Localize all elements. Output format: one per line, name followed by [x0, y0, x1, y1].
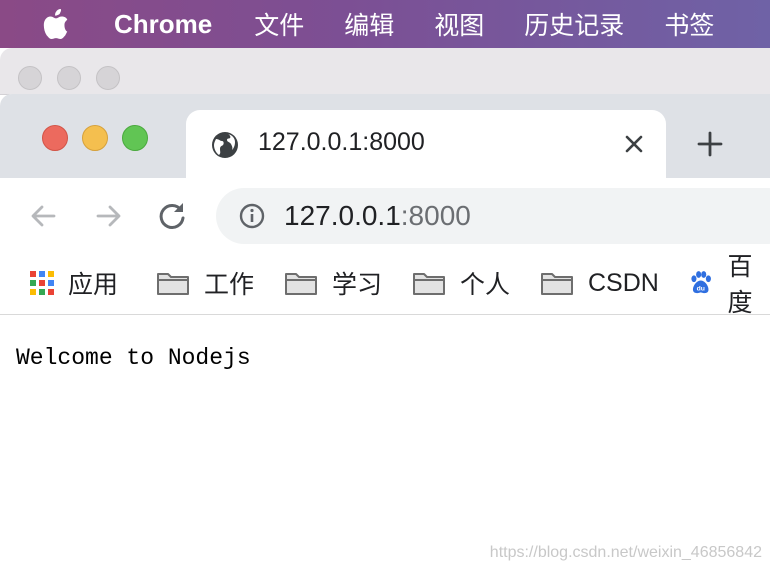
forward-arrow-icon[interactable]: [88, 196, 128, 236]
menu-edit[interactable]: 编辑: [344, 6, 394, 42]
window-close-button[interactable]: [42, 125, 68, 151]
active-tab[interactable]: 127.0.0.1:8000: [186, 110, 666, 178]
new-tab-plus-icon[interactable]: [694, 128, 726, 160]
close-tab-icon[interactable]: [620, 130, 648, 158]
bookmark-label: CSDN: [588, 268, 659, 297]
inactive-zoom-button[interactable]: [96, 66, 120, 90]
baidu-icon: du: [691, 271, 711, 294]
inactive-minimize-button[interactable]: [57, 66, 81, 90]
tab-strip: 127.0.0.1:8000: [0, 94, 770, 178]
bookmark-label: 应用: [68, 270, 119, 299]
apple-logo-icon[interactable]: [42, 9, 70, 39]
menu-bookmarks[interactable]: 书签: [664, 6, 714, 42]
background-window[interactable]: [0, 48, 770, 95]
browser-window: 127.0.0.1:8000 127.0.0.1:8000 应用 工作 学习 个…: [0, 94, 770, 570]
apps-grid-icon: [30, 271, 54, 295]
folder-icon: [413, 273, 445, 295]
back-arrow-icon[interactable]: [24, 196, 64, 236]
csdn-watermark: https://blog.csdn.net/weixin_46856842: [489, 544, 762, 561]
page-content: Welcome to Nodejs https://blog.csdn.net/…: [0, 315, 770, 570]
window-minimize-button[interactable]: [82, 125, 108, 151]
bookmark-label: 百度: [727, 252, 753, 317]
bookmarks-bar: 应用 工作 学习 个人 CSDN du 百度: [0, 252, 770, 317]
tab-title: 127.0.0.1:8000: [258, 128, 425, 156]
bookmark-folder-study[interactable]: 学习: [284, 266, 382, 300]
menu-app-name[interactable]: Chrome: [114, 9, 212, 40]
bookmark-apps[interactable]: 应用: [30, 266, 118, 300]
address-bar[interactable]: 127.0.0.1:8000: [216, 188, 770, 244]
window-zoom-button[interactable]: [122, 125, 148, 151]
menu-file[interactable]: 文件: [254, 6, 304, 42]
navigation-toolbar: 127.0.0.1:8000: [0, 178, 770, 252]
bookmark-label: 工作: [204, 270, 255, 299]
url-host: 127.0.0.1: [284, 200, 401, 231]
globe-icon: [212, 132, 238, 158]
macos-menu-bar: Chrome 文件 编辑 视图 历史记录 书签: [0, 0, 770, 48]
site-info-icon[interactable]: [238, 202, 266, 230]
url-port: :8000: [400, 200, 471, 231]
bookmark-label: 个人: [460, 270, 511, 299]
menu-history[interactable]: 历史记录: [524, 6, 624, 42]
folder-icon: [541, 273, 573, 295]
folder-icon: [285, 273, 317, 295]
svg-text:du: du: [697, 286, 705, 293]
bookmark-label: 学习: [332, 270, 383, 299]
page-body-text: Welcome to Nodejs: [16, 345, 251, 371]
address-url[interactable]: 127.0.0.1:8000: [284, 200, 471, 232]
bookmark-baidu[interactable]: du 百度: [688, 252, 770, 317]
folder-icon: [157, 273, 189, 295]
bookmark-folder-csdn[interactable]: CSDN: [540, 266, 659, 300]
menu-view[interactable]: 视图: [434, 6, 484, 42]
inactive-close-button[interactable]: [18, 66, 42, 90]
reload-icon[interactable]: [152, 196, 192, 236]
bookmark-folder-personal[interactable]: 个人: [412, 266, 510, 300]
bookmark-folder-work[interactable]: 工作: [156, 266, 254, 300]
